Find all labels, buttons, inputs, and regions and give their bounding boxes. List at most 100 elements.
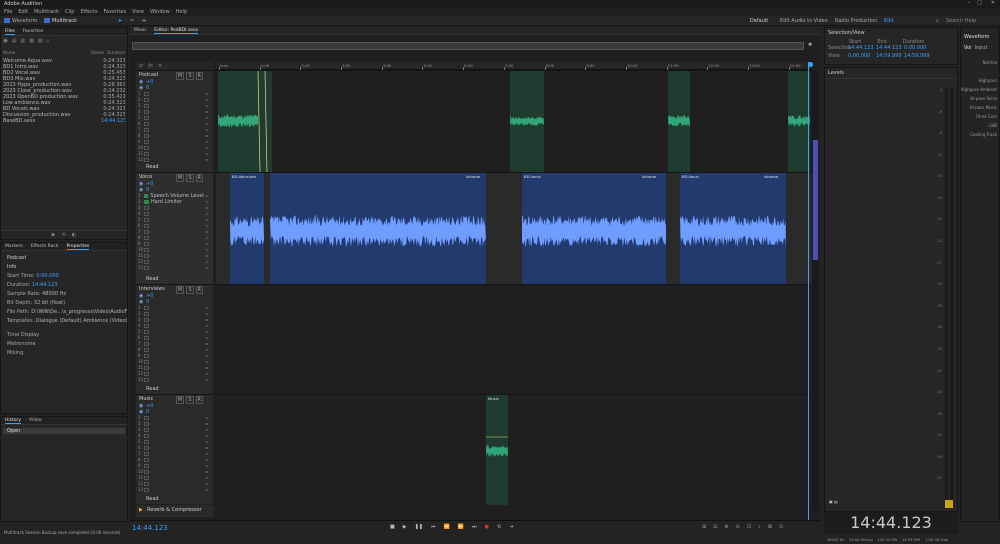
slot-arrow-icon[interactable]: ▸ bbox=[206, 91, 208, 96]
zoom-selection-icon[interactable]: ⌕ bbox=[758, 524, 761, 530]
slot-arrow-icon[interactable]: ▸ bbox=[206, 439, 208, 444]
menu-clip[interactable]: Clip bbox=[65, 9, 74, 15]
mute-button[interactable]: M bbox=[176, 396, 185, 404]
automation-mode[interactable]: Read bbox=[146, 496, 159, 502]
clip-podcast-4[interactable] bbox=[788, 71, 810, 173]
slot-power-icon[interactable] bbox=[144, 229, 149, 234]
slot-arrow-icon[interactable]: ▸ bbox=[206, 145, 208, 150]
effect-slot[interactable]: 5 ▸ bbox=[138, 217, 208, 223]
effect-slot[interactable]: 10 ▸ bbox=[138, 247, 208, 253]
workspace-edit-video[interactable]: Edit Audio to Video bbox=[780, 18, 828, 24]
record-arm-button[interactable]: R bbox=[195, 72, 203, 80]
slot-arrow-icon[interactable]: ▸ bbox=[206, 365, 208, 370]
effect-slot[interactable]: 4 ▸ bbox=[138, 433, 208, 439]
effect-slot[interactable]: 1 ▸ bbox=[138, 91, 208, 97]
slot-arrow-icon[interactable]: ▸ bbox=[206, 193, 208, 198]
record-arm-button[interactable]: R bbox=[195, 174, 203, 182]
slot-power-icon[interactable] bbox=[144, 323, 149, 328]
effect-slot[interactable]: 11 ▸ bbox=[138, 151, 208, 157]
slot-arrow-icon[interactable]: ▸ bbox=[206, 469, 208, 474]
zoom-out-amplitude-icon[interactable]: ⊟ bbox=[713, 524, 717, 530]
mute-button[interactable]: M bbox=[176, 72, 185, 80]
effect-slot[interactable]: 1 ▸ bbox=[138, 305, 208, 311]
menu-effects[interactable]: Effects bbox=[80, 9, 97, 15]
effect-slot[interactable]: 13 ▸ bbox=[138, 377, 208, 383]
file-row[interactable]: BaseBD.sesx 14:44.123 bbox=[3, 118, 125, 124]
slot-arrow-icon[interactable]: ▸ bbox=[206, 415, 208, 420]
fast-forward-icon[interactable]: ⏩ bbox=[458, 524, 464, 530]
vertical-scrollbar[interactable] bbox=[812, 70, 819, 510]
slot-power-icon[interactable] bbox=[144, 427, 149, 432]
slot-power-icon[interactable] bbox=[144, 199, 149, 204]
slot-arrow-icon[interactable]: ▸ bbox=[206, 199, 208, 204]
file-row[interactable]: Low ambience.wav 0:24.323 bbox=[3, 100, 125, 106]
playhead[interactable] bbox=[808, 62, 809, 520]
slot-arrow-icon[interactable]: ▸ bbox=[206, 241, 208, 246]
play-preview-icon[interactable]: ▶ bbox=[52, 232, 56, 238]
filter-icon[interactable]: ⌕ bbox=[47, 38, 50, 44]
slot-power-icon[interactable] bbox=[144, 121, 149, 126]
clip-podcast-3[interactable] bbox=[668, 71, 690, 173]
solo-button[interactable]: S bbox=[186, 72, 194, 80]
menu-help[interactable]: Help bbox=[176, 9, 187, 15]
solo-button[interactable]: S bbox=[186, 174, 194, 182]
mute-button[interactable]: M bbox=[176, 286, 185, 294]
tab-markers[interactable]: Markers bbox=[5, 244, 23, 249]
info-value[interactable]: 0:00.000 bbox=[36, 273, 58, 279]
selection-value[interactable]: 14:59.999 bbox=[904, 53, 930, 59]
effect-slot[interactable]: 1 ▸ bbox=[138, 415, 208, 421]
slot-power-icon[interactable] bbox=[144, 109, 149, 114]
import-icon[interactable]: ▥ bbox=[20, 38, 25, 44]
slot-arrow-icon[interactable]: ▸ bbox=[206, 247, 208, 252]
lane-voice[interactable]: BD-Voice.bm Volume BD-Vocal Volume BD-Vo… bbox=[216, 172, 812, 284]
effect-slot[interactable]: 2 ▸ bbox=[138, 97, 208, 103]
selection-value[interactable]: 14:44.123 bbox=[848, 45, 874, 51]
rewind-icon[interactable]: ⏪ bbox=[444, 524, 450, 530]
effect-slot[interactable]: 6 ▸ bbox=[138, 121, 208, 127]
slot-power-icon[interactable] bbox=[144, 311, 149, 316]
maximize-button[interactable]: □ bbox=[977, 0, 982, 6]
slot-power-icon[interactable] bbox=[144, 217, 149, 222]
effect-slot[interactable]: 1 Speech Volume Leveler ▸ bbox=[138, 193, 208, 199]
zoom-full-icon[interactable]: ⊡ bbox=[747, 524, 751, 530]
effect-slot[interactable]: 7 ▸ bbox=[138, 341, 208, 347]
track-header[interactable]: Podcast M S R ◉ +0 ◉ 0 1 ▸ 2 ▸ 3 ▸ 4 ▸ 5 ▸ 6 ▸ 7 ▸ 8 ▸ 9 ▸ 10 ▸ 11 ▸ 1… bbox=[136, 70, 213, 172]
lane-podcast[interactable] bbox=[216, 70, 812, 173]
open-file-icon[interactable]: ▤ bbox=[12, 38, 17, 44]
slot-arrow-icon[interactable]: ▸ bbox=[206, 151, 208, 156]
slot-arrow-icon[interactable]: ▸ bbox=[206, 457, 208, 462]
effect-slot[interactable]: 6 ▸ bbox=[138, 223, 208, 229]
file-row[interactable]: BD1 Intro.wav 0:24.323 bbox=[3, 64, 125, 70]
slot-power-icon[interactable] bbox=[144, 439, 149, 444]
move-tool-icon[interactable]: ➤ bbox=[118, 18, 122, 24]
slot-power-icon[interactable] bbox=[144, 91, 149, 96]
selection-value[interactable]: 14:59.999 bbox=[876, 53, 902, 59]
menu-file[interactable]: File bbox=[4, 9, 12, 15]
mute-button[interactable]: M bbox=[176, 174, 185, 182]
slot-arrow-icon[interactable]: ▸ bbox=[206, 347, 208, 352]
slot-power-icon[interactable] bbox=[144, 457, 149, 462]
effect-slot[interactable]: 8 ▸ bbox=[138, 457, 208, 463]
effect-slot[interactable]: 12 ▸ bbox=[138, 371, 208, 377]
slot-power-icon[interactable] bbox=[144, 127, 149, 132]
slot-power-icon[interactable] bbox=[144, 205, 149, 210]
effect-slot[interactable]: 8 ▸ bbox=[138, 347, 208, 353]
new-file-icon[interactable]: ▣ bbox=[3, 38, 8, 44]
sends-icon[interactable]: ⇄ bbox=[139, 63, 143, 69]
slot-arrow-icon[interactable]: ▸ bbox=[206, 445, 208, 450]
timeline-ruler[interactable]: hms 1:00 2:00 3:00 4:00 5:00 6:00 7:00 8:00 9:00 1… bbox=[216, 62, 813, 71]
slot-power-icon[interactable] bbox=[144, 335, 149, 340]
slot-power-icon[interactable] bbox=[144, 475, 149, 480]
track-name[interactable]: Voice bbox=[139, 174, 152, 180]
slot-arrow-icon[interactable]: ▸ bbox=[206, 335, 208, 340]
slot-arrow-icon[interactable]: ▸ bbox=[206, 421, 208, 426]
solo-button[interactable]: S bbox=[186, 396, 194, 404]
file-row[interactable]: BD2 Vocal.wav 0:25.453 bbox=[3, 70, 125, 76]
track-header[interactable]: Interviews M S R ◉ +0 ◉ 0 1 ▸ 2 ▸ 3 ▸ 4 ▸ 5 ▸ 6 ▸ 7 ▸ 8 ▸ 9 ▸ 10 ▸ 1… bbox=[136, 284, 213, 394]
file-row[interactable]: Discussion_production.wav 0:24.323 bbox=[3, 112, 125, 118]
effect-slot[interactable]: 10 ▸ bbox=[138, 359, 208, 365]
right-tab-vol[interactable]: Vol bbox=[964, 45, 971, 51]
effect-slot[interactable]: 3 ▸ bbox=[138, 427, 208, 433]
preset-item[interactable]: Highpass bbox=[979, 78, 997, 83]
effects-icon[interactable]: ƒx bbox=[148, 63, 153, 69]
